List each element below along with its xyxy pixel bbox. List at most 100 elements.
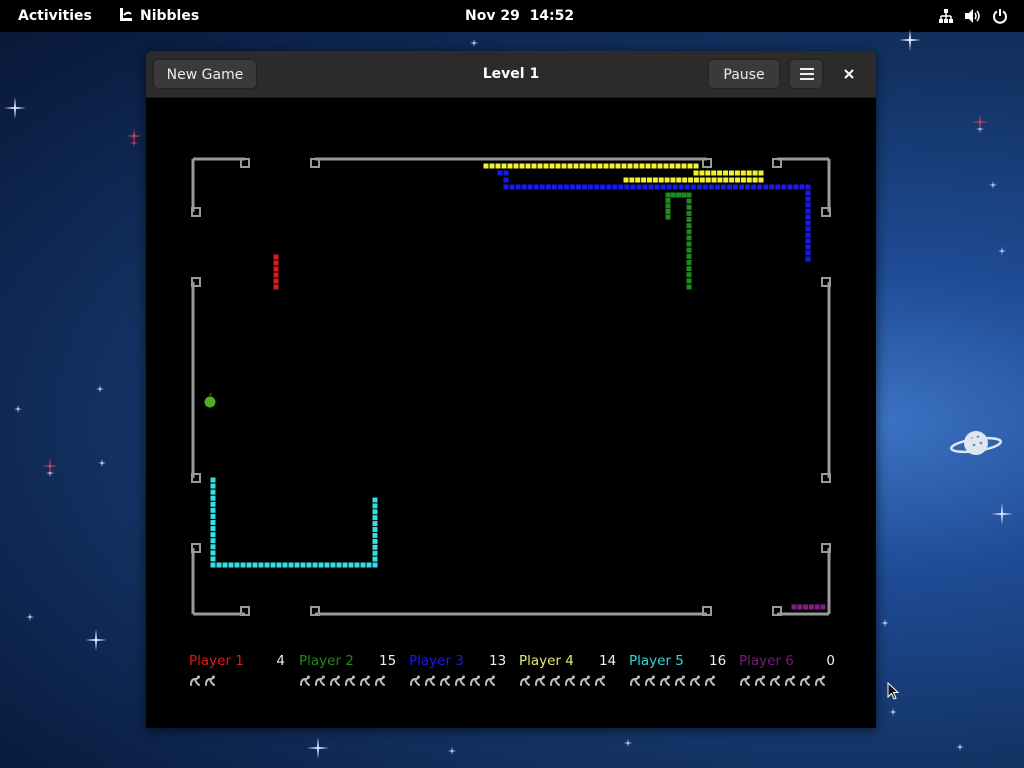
player-name: Player 3 bbox=[409, 653, 464, 669]
star-icon bbox=[98, 452, 106, 471]
new-game-button[interactable]: New Game bbox=[153, 59, 257, 89]
life-worm-icon bbox=[190, 675, 200, 686]
volume-icon[interactable] bbox=[964, 8, 982, 24]
life-worm-icon bbox=[740, 675, 750, 686]
star-icon bbox=[307, 737, 329, 763]
player-lives bbox=[739, 675, 826, 689]
life-worm-icon bbox=[785, 675, 795, 686]
life-worm-icon bbox=[675, 675, 685, 686]
star-icon bbox=[889, 701, 897, 720]
nibbles-app-icon bbox=[118, 3, 134, 21]
life-worm-icon bbox=[645, 675, 655, 686]
life-worm-icon bbox=[690, 675, 700, 686]
header-bar: New Game Level 1 Pause bbox=[146, 51, 876, 98]
life-worm-icon bbox=[455, 675, 465, 686]
star-icon bbox=[126, 128, 142, 148]
main-menu-button[interactable] bbox=[789, 59, 823, 89]
life-worm-icon bbox=[565, 675, 575, 686]
star-icon bbox=[85, 629, 107, 655]
star-icon bbox=[14, 398, 22, 417]
player-name: Player 2 bbox=[299, 653, 354, 669]
life-worm-icon bbox=[485, 675, 495, 686]
apple-icon bbox=[204, 392, 216, 408]
life-worm-icon bbox=[315, 675, 325, 686]
planet-icon bbox=[949, 425, 1003, 465]
player-score-value: 4 bbox=[276, 653, 285, 669]
arena-walls bbox=[191, 157, 831, 616]
player-score-value: 13 bbox=[489, 653, 507, 669]
app-menu-label: Nibbles bbox=[140, 8, 200, 24]
player-lives bbox=[629, 675, 716, 689]
snake-player-2 bbox=[665, 192, 692, 290]
network-icon[interactable] bbox=[938, 8, 954, 24]
life-worm-icon bbox=[660, 675, 670, 686]
star-icon bbox=[989, 174, 997, 193]
snake-player-1 bbox=[273, 254, 279, 290]
snake-player-3 bbox=[497, 170, 811, 262]
star-icon bbox=[96, 378, 104, 397]
snake-player-6 bbox=[791, 604, 826, 610]
snake-player-5 bbox=[210, 477, 378, 568]
activities-button[interactable]: Activities bbox=[18, 0, 92, 32]
snakes bbox=[210, 163, 826, 610]
power-icon[interactable] bbox=[992, 8, 1008, 24]
player-name: Player 5 bbox=[629, 653, 684, 669]
life-worm-icon bbox=[360, 675, 370, 686]
clock[interactable]: Nov 29 14:52 bbox=[465, 0, 574, 32]
life-worm-icon bbox=[375, 675, 385, 686]
life-worm-icon bbox=[330, 675, 340, 686]
life-worm-icon bbox=[300, 675, 310, 686]
life-worm-icon bbox=[535, 675, 545, 686]
player-score-value: 14 bbox=[599, 653, 617, 669]
player-lives bbox=[189, 675, 216, 689]
snake-player-4 bbox=[483, 163, 699, 169]
pause-button[interactable]: Pause bbox=[708, 59, 780, 89]
snake-player-4c bbox=[623, 177, 764, 183]
life-worm-icon bbox=[470, 675, 480, 686]
star-icon bbox=[998, 240, 1006, 259]
star-icon bbox=[624, 732, 632, 751]
life-worm-icon bbox=[550, 675, 560, 686]
life-worm-icon bbox=[630, 675, 640, 686]
star-icon bbox=[42, 458, 58, 478]
player-score-value: 16 bbox=[709, 653, 727, 669]
star-icon bbox=[470, 32, 478, 51]
star-icon bbox=[26, 606, 34, 625]
star-icon bbox=[448, 740, 456, 759]
star-icon bbox=[881, 612, 889, 631]
player-name: Player 1 bbox=[189, 653, 244, 669]
close-button[interactable] bbox=[838, 63, 860, 85]
star-icon bbox=[899, 29, 921, 55]
player-score-value: 15 bbox=[379, 653, 397, 669]
nibbles-window: New Game Level 1 Pause Player 1 4 Player 2… bbox=[146, 51, 876, 728]
player-lives bbox=[519, 675, 606, 689]
player-lives bbox=[409, 675, 496, 689]
life-worm-icon bbox=[205, 675, 215, 686]
life-worm-icon bbox=[800, 675, 810, 686]
game-arena[interactable] bbox=[146, 97, 876, 647]
life-worm-icon bbox=[770, 675, 780, 686]
player-score-value: 0 bbox=[826, 653, 835, 669]
app-menu[interactable]: Nibbles bbox=[118, 0, 199, 32]
snake-player-4b bbox=[693, 170, 764, 176]
life-worm-icon bbox=[425, 675, 435, 686]
life-worm-icon bbox=[520, 675, 530, 686]
player-lives bbox=[299, 675, 386, 689]
life-worm-icon bbox=[410, 675, 420, 686]
system-tray[interactable] bbox=[938, 0, 1008, 32]
life-worm-icon bbox=[705, 675, 715, 686]
player-name: Player 4 bbox=[519, 653, 574, 669]
life-worm-icon bbox=[755, 675, 765, 686]
life-worm-icon bbox=[440, 675, 450, 686]
life-worm-icon bbox=[595, 675, 605, 686]
close-icon bbox=[844, 69, 854, 79]
life-worm-icon bbox=[345, 675, 355, 686]
player-name: Player 6 bbox=[739, 653, 794, 669]
top-bar: Activities Nibbles Nov 29 14:52 bbox=[0, 0, 1024, 32]
star-icon bbox=[991, 503, 1013, 529]
star-icon bbox=[972, 114, 988, 134]
life-worm-icon bbox=[815, 675, 825, 686]
star-icon bbox=[956, 736, 964, 755]
life-worm-icon bbox=[580, 675, 590, 686]
star-icon bbox=[4, 97, 26, 123]
